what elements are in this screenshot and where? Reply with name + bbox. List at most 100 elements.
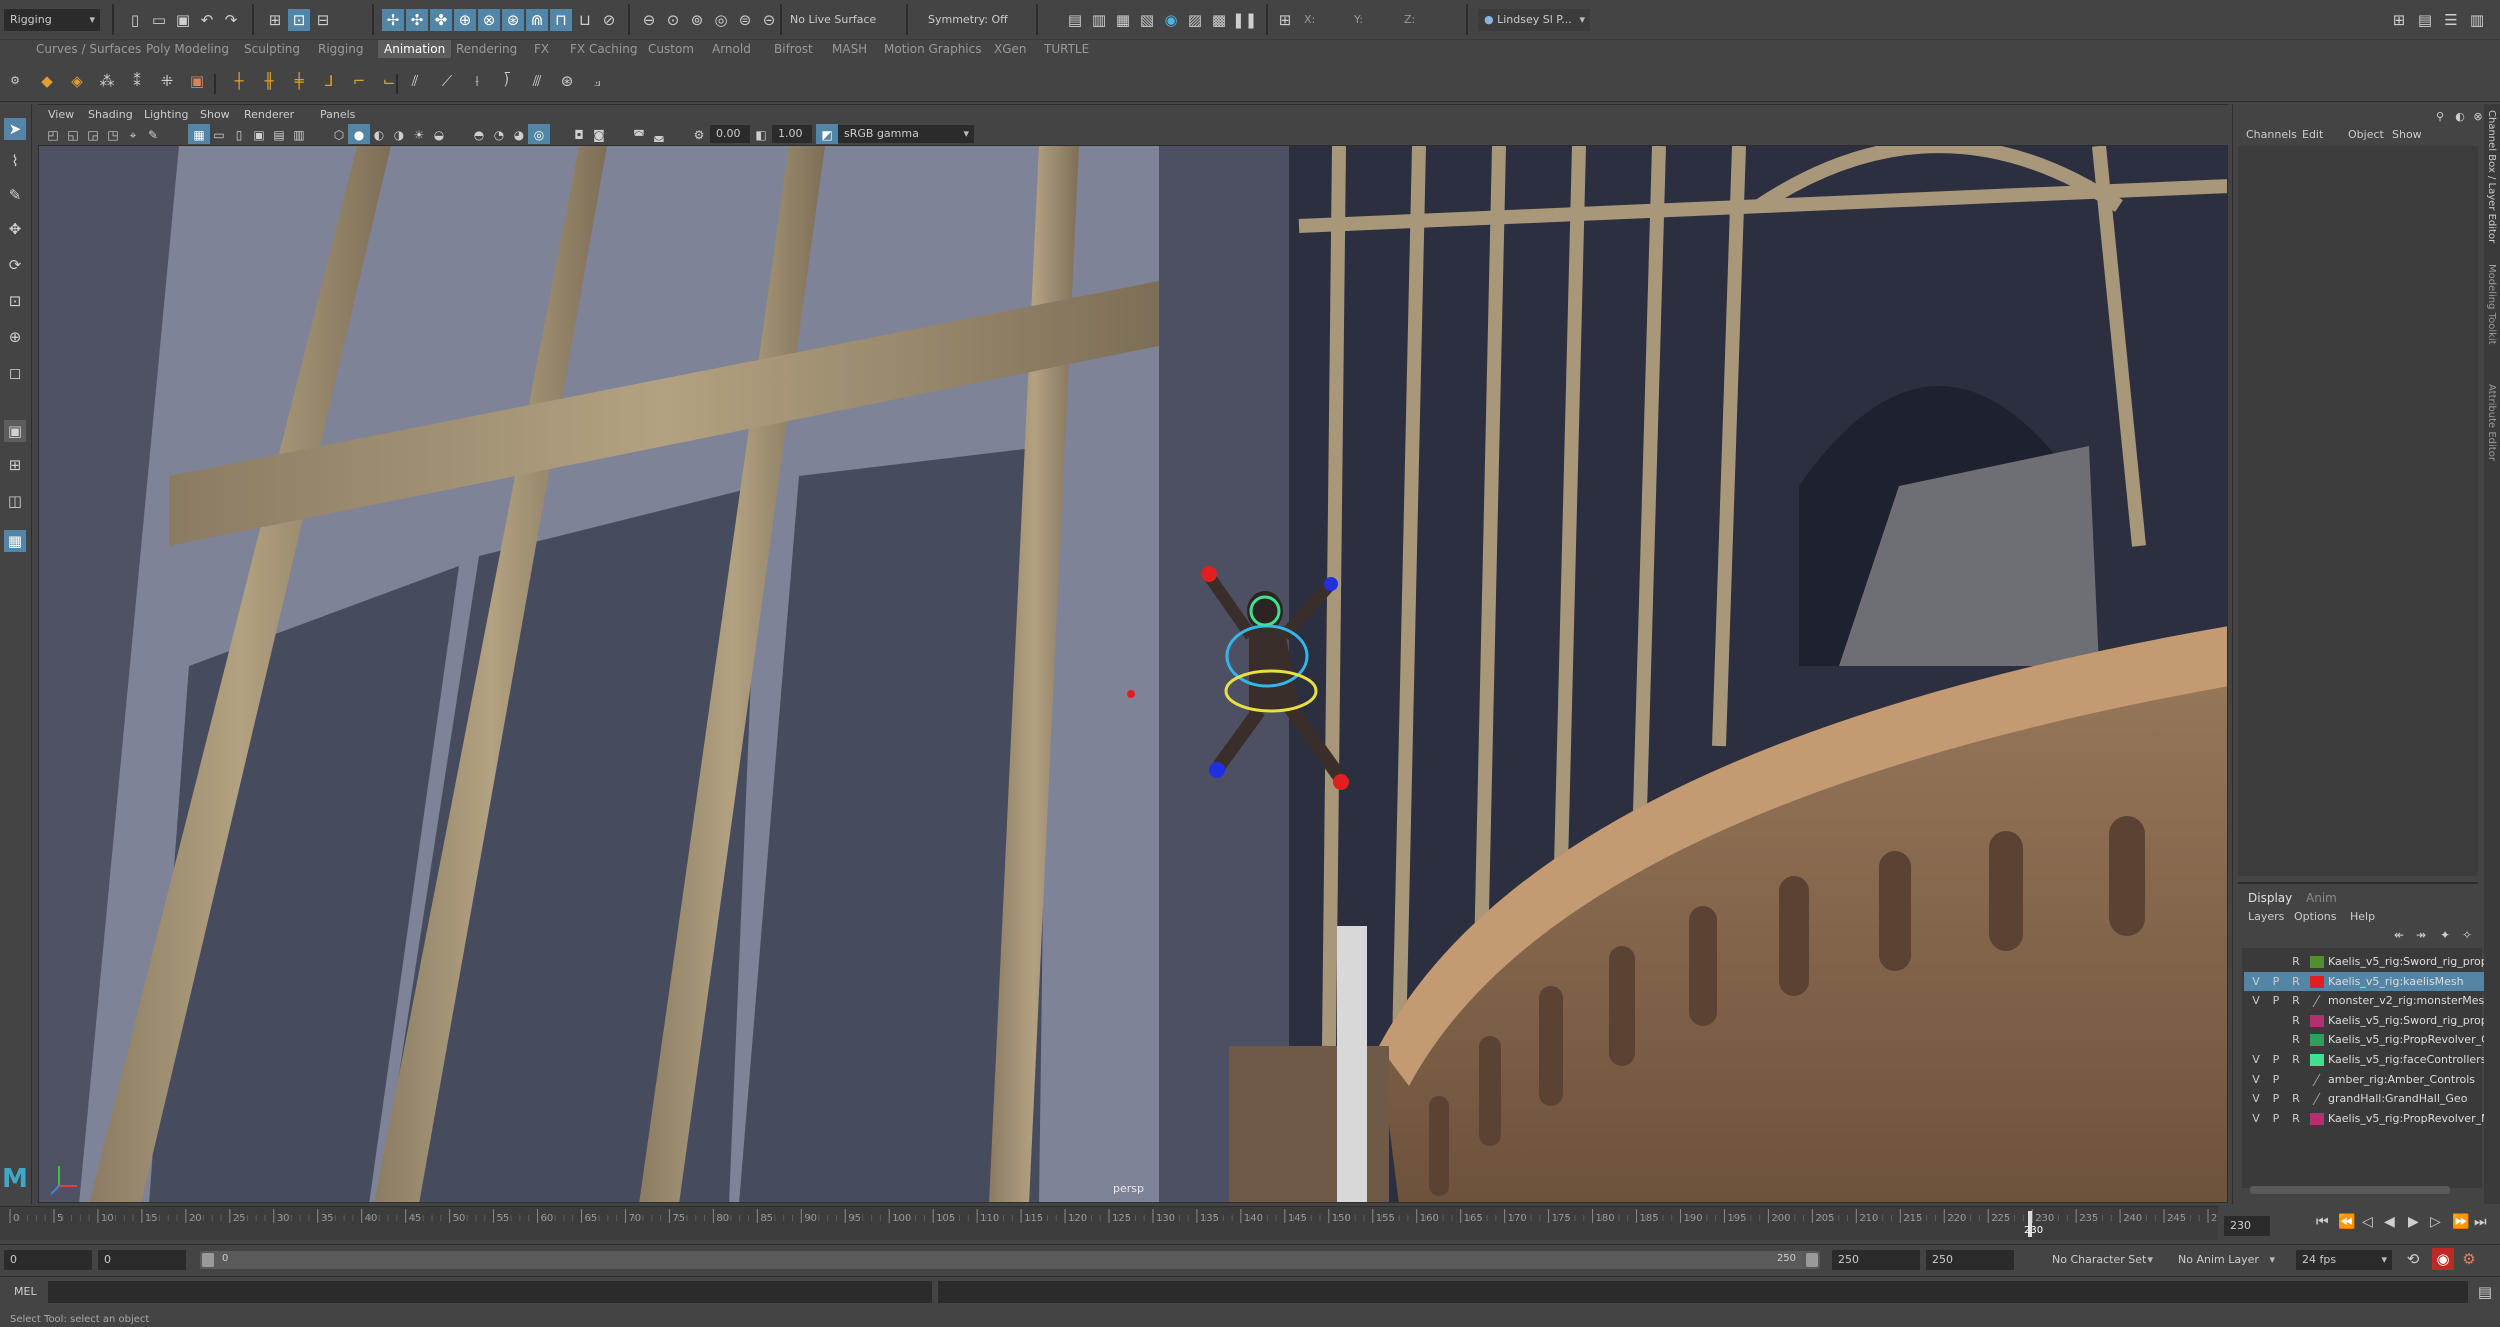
shelf-tab-custom[interactable]: Custom bbox=[648, 40, 694, 58]
perspective-viewport[interactable]: persp bbox=[38, 145, 2228, 1203]
layer-reference-toggle[interactable]: R bbox=[2286, 1030, 2306, 1049]
anim-prefs-icon[interactable]: ⚙ bbox=[2458, 1248, 2480, 1270]
layer-reference-toggle[interactable]: R bbox=[2286, 972, 2306, 991]
pole-vector-icon[interactable]: ⟓ bbox=[586, 70, 608, 92]
layer-color-swatch[interactable] bbox=[2310, 1014, 2324, 1027]
magnet-icon[interactable]: ⋒ bbox=[526, 9, 548, 31]
user-account-dropdown[interactable]: ● Lindsey Sl P... bbox=[1478, 9, 1590, 31]
select-object-icon[interactable]: ⊡ bbox=[288, 9, 310, 31]
current-frame-field[interactable]: 230 bbox=[2224, 1216, 2270, 1236]
anim-layer-dropdown[interactable]: No Anim Layer bbox=[2172, 1250, 2280, 1270]
two-d-pan-icon[interactable]: ⌖ bbox=[122, 124, 144, 144]
snap-view-plane-icon[interactable]: ⊗ bbox=[478, 9, 500, 31]
color-management-icon[interactable]: ◩ bbox=[816, 124, 838, 144]
history-icon[interactable]: ⊘ bbox=[598, 9, 620, 31]
shelf-tab-curves-surfaces[interactable]: Curves / Surfaces bbox=[36, 40, 141, 58]
layer-visibility-toggle[interactable]: V bbox=[2246, 991, 2266, 1010]
paint-weights-icon[interactable]: ⌐ bbox=[348, 70, 370, 92]
snap-projected-icon[interactable]: ⊕ bbox=[454, 9, 476, 31]
film-gate-icon[interactable]: ▭ bbox=[208, 124, 230, 144]
layer-playback-toggle[interactable]: P bbox=[2266, 972, 2286, 991]
playback-start-field[interactable]: 0 bbox=[98, 1250, 186, 1270]
panel-menu-view[interactable]: View bbox=[48, 108, 74, 121]
panel-menu-panels[interactable]: Panels bbox=[320, 108, 355, 121]
step-forward-key-icon[interactable]: ▷ bbox=[2430, 1214, 2441, 1230]
play-backwards-icon[interactable]: ◀ bbox=[2384, 1214, 2395, 1230]
gamma-field[interactable]: 1.00 bbox=[772, 125, 812, 143]
use-lights-icon[interactable]: ☀ bbox=[408, 124, 430, 144]
isolate-select-icon[interactable]: ◘ bbox=[568, 124, 590, 144]
parent-constraint-icon[interactable]: ⊛ bbox=[556, 70, 578, 92]
side-tab-modeling-toolkit[interactable]: Modeling Toolkit bbox=[2486, 264, 2497, 345]
panel-menu-shading[interactable]: Shading bbox=[88, 108, 133, 121]
construction-history-icon[interactable]: ⊚ bbox=[686, 9, 708, 31]
last-tool-icon[interactable]: ◻ bbox=[4, 362, 26, 384]
script-editor-icon[interactable]: ▤ bbox=[2474, 1281, 2496, 1303]
command-language-label[interactable]: MEL bbox=[14, 1285, 37, 1298]
shelf-tab-mash[interactable]: MASH bbox=[832, 40, 867, 58]
layer-playback-toggle[interactable]: P bbox=[2266, 1109, 2286, 1128]
show-manipulator-icon[interactable]: ⊕ bbox=[4, 326, 26, 348]
shelf-tab-rigging[interactable]: Rigging bbox=[318, 40, 363, 58]
wireframe-icon[interactable]: ⬡ bbox=[328, 124, 350, 144]
undo-icon[interactable]: ↶ bbox=[196, 9, 218, 31]
layer-playback-toggle[interactable]: P bbox=[2266, 1050, 2286, 1069]
layer-row[interactable]: R Kaelis_v5_rig:PropRevolver_Cor bbox=[2244, 1030, 2484, 1049]
shelf-tab-motion-graphics[interactable]: Motion Graphics bbox=[884, 40, 982, 58]
step-back-frame-icon[interactable]: ⏪ bbox=[2338, 1214, 2355, 1230]
key-translate-icon[interactable]: ⁂ bbox=[96, 70, 118, 92]
textured-icon[interactable]: ◑ bbox=[388, 124, 410, 144]
shelf-tab-animation[interactable]: Animation bbox=[378, 40, 452, 58]
select-hierarchy-icon[interactable]: ⊞ bbox=[264, 9, 286, 31]
panel-menu-lighting[interactable]: Lighting bbox=[144, 108, 188, 121]
reflection-icon[interactable]: ⊜ bbox=[734, 9, 756, 31]
tweak-icon[interactable]: ⊝ bbox=[758, 9, 780, 31]
layer-color-swatch[interactable] bbox=[2312, 995, 2326, 1008]
exposure-field[interactable]: 0.00 bbox=[710, 125, 750, 143]
curve-ik-icon[interactable]: ⟋ bbox=[436, 70, 458, 92]
input-ops-icon[interactable]: ⊖ bbox=[638, 9, 660, 31]
safe-action-icon[interactable]: ▥ bbox=[288, 124, 310, 144]
image-plane-icon[interactable]: ◳ bbox=[102, 124, 124, 144]
move-layer-up-icon[interactable]: ↞ bbox=[2394, 928, 2404, 942]
layer-playback-toggle[interactable]: P bbox=[2266, 1070, 2286, 1089]
shelf-tab-turtle[interactable]: TURTLE bbox=[1044, 40, 1089, 58]
layer-color-swatch[interactable] bbox=[2310, 1112, 2324, 1125]
arnold-ipr-icon[interactable]: ▨ bbox=[1184, 9, 1206, 31]
point-constraint-icon[interactable]: ⟊ bbox=[466, 70, 488, 92]
go-to-start-icon[interactable]: ⏮ bbox=[2316, 1214, 2329, 1230]
soft-select-icon[interactable]: ◎ bbox=[710, 9, 732, 31]
padlock-icon[interactable]: ⊔ bbox=[574, 9, 596, 31]
animation-end-field[interactable]: 250 bbox=[1926, 1250, 2014, 1270]
joint-tool-icon[interactable]: ┼ bbox=[228, 70, 250, 92]
shelf-tab-fx-caching[interactable]: FX Caching bbox=[570, 40, 637, 58]
lasso-tool-icon[interactable]: ⌇ bbox=[4, 150, 26, 172]
layer-tab-anim[interactable]: Anim bbox=[2306, 891, 2337, 905]
layer-playback-toggle[interactable]: P bbox=[2266, 1089, 2286, 1108]
breakdown-key-icon[interactable]: ◈ bbox=[66, 70, 88, 92]
layer-row[interactable]: V P R Kaelis_v5_rig:faceControllers bbox=[2244, 1050, 2484, 1069]
layer-reference-toggle[interactable]: R bbox=[2286, 991, 2306, 1010]
field-chart-icon[interactable]: ▤ bbox=[268, 124, 290, 144]
smooth-shade-icon[interactable]: ● bbox=[348, 124, 370, 144]
shelf-tab-arnold[interactable]: Arnold bbox=[712, 40, 751, 58]
grid-icon[interactable]: ▦ bbox=[188, 124, 210, 144]
output-ops-icon[interactable]: ⊙ bbox=[662, 9, 684, 31]
layer-reference-toggle[interactable]: R bbox=[2286, 1089, 2306, 1108]
single-perspective-layout-icon[interactable]: ▣ bbox=[4, 420, 26, 442]
shelf-tab-bifrost[interactable]: Bifrost bbox=[774, 40, 813, 58]
shelf-tab-sculpting[interactable]: Sculpting bbox=[244, 40, 300, 58]
redo-icon[interactable]: ↷ bbox=[220, 9, 242, 31]
live-surface-field[interactable]: No Live Surface bbox=[784, 9, 884, 31]
layer-color-swatch[interactable] bbox=[2312, 1093, 2326, 1106]
ghost-icon[interactable]: ▣ bbox=[186, 70, 208, 92]
menu-set-dropdown[interactable]: Rigging bbox=[4, 9, 100, 31]
layer-visibility-toggle[interactable]: V bbox=[2246, 1089, 2266, 1108]
workspace-icon[interactable]: ⊞ bbox=[2388, 9, 2410, 31]
layer-reference-toggle[interactable]: R bbox=[2286, 1109, 2306, 1128]
layer-row[interactable]: V P R Kaelis_v5_rig:kaelisMesh bbox=[2244, 971, 2484, 991]
shelf-tab-xgen[interactable]: XGen bbox=[994, 40, 1027, 58]
transform-coords-icon[interactable]: ⊞ bbox=[1274, 9, 1296, 31]
new-layer-selected-icon[interactable]: ✧ bbox=[2462, 928, 2472, 942]
select-tool-icon[interactable]: ➤ bbox=[4, 118, 26, 140]
